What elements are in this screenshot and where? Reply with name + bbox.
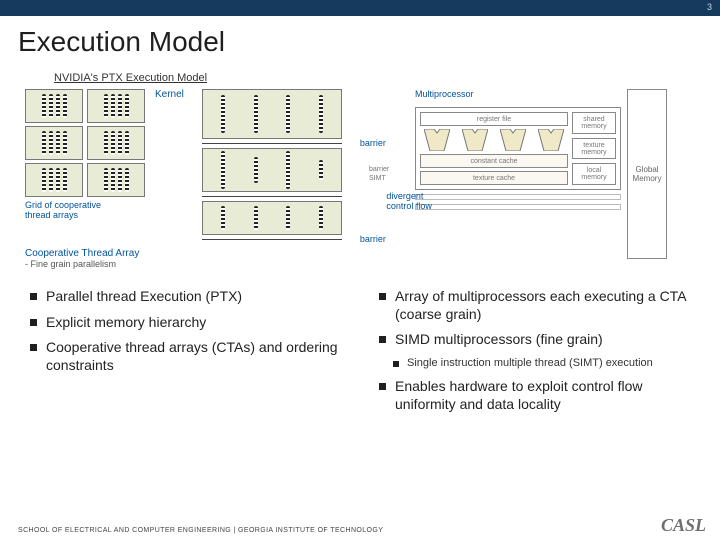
cta-subcaption: - Fine grain parallelism xyxy=(25,259,343,269)
global-memory: Global Memory xyxy=(627,89,667,259)
constant-cache: constant cache xyxy=(420,154,568,168)
divergent-label: divergent control flow xyxy=(386,191,432,211)
texture-memory: texture memory xyxy=(572,138,616,160)
simt-side-label: SIMT xyxy=(369,175,409,182)
divergent-line: divergent xyxy=(386,191,423,201)
bullet-item: Cooperative thread arrays (CTAs) and ord… xyxy=(30,339,355,374)
page-number: 3 xyxy=(707,2,712,12)
alu-icon xyxy=(500,129,526,151)
multiprocessor-block: register file constant cache texture cac… xyxy=(415,107,621,190)
alu-row xyxy=(420,129,568,151)
bullet-item: Parallel thread Execution (PTX) xyxy=(30,288,355,306)
thread-block xyxy=(25,126,83,160)
sub-bullet-item: Single instruction multiple thread (SIMT… xyxy=(379,357,704,371)
bullet-item: SIMD multiprocessors (fine grain) xyxy=(379,331,704,349)
thread-block xyxy=(25,163,83,197)
register-file: register file xyxy=(420,112,568,126)
divergent-divider: divergent control flow xyxy=(202,196,342,197)
figure-row: Kernel Grid of cooperative thread arrays… xyxy=(0,88,720,270)
shared-memory: shared memory xyxy=(572,112,616,134)
cta-panel xyxy=(202,201,342,235)
figure-subtitle: NVIDIA's PTX Execution Model xyxy=(54,72,720,84)
figure-multiprocessor: barrier SIMT Multiprocessor register fil… xyxy=(368,88,668,260)
cta-panel xyxy=(202,89,342,139)
slide-title: Execution Model xyxy=(0,16,720,64)
bullet-col-left: Parallel thread Execution (PTX) Explicit… xyxy=(30,288,355,421)
alu-icon xyxy=(538,129,564,151)
cta-caption: Cooperative Thread Array xyxy=(25,248,343,259)
kernel-label: Kernel xyxy=(155,89,184,100)
footer-text: SCHOOL OF ELECTRICAL AND COMPUTER ENGINE… xyxy=(18,527,383,534)
local-memory: local memory xyxy=(572,163,616,185)
barrier-label: barrier xyxy=(360,234,386,244)
cta-panel-divergent xyxy=(202,148,342,192)
grid-caption-line: Grid of cooperative xyxy=(25,200,101,210)
org-logo: CASL xyxy=(661,515,706,536)
bullet-columns: Parallel thread Execution (PTX) Explicit… xyxy=(0,270,720,421)
barrier-side-label: barrier xyxy=(369,166,409,173)
multiprocessor-label: Multiprocessor xyxy=(415,89,621,99)
grid-caption-line: thread arrays xyxy=(25,210,78,220)
texture-cache: texture cache xyxy=(420,171,568,185)
divergent-line: control flow xyxy=(386,201,432,211)
stacked-mp-hint xyxy=(415,204,621,210)
thread-block xyxy=(87,126,145,160)
grid-caption: Grid of cooperative thread arrays xyxy=(25,201,184,221)
barrier-divider: barrier xyxy=(202,143,342,144)
top-accent-bar: 3 xyxy=(0,0,720,16)
figure-ptx-model: Kernel Grid of cooperative thread arrays… xyxy=(24,88,344,270)
bullet-item: Explicit memory hierarchy xyxy=(30,314,355,332)
bullet-col-right: Array of multiprocessors each executing … xyxy=(379,288,704,421)
alu-icon xyxy=(462,129,488,151)
bullet-item: Enables hardware to exploit control flow… xyxy=(379,378,704,413)
bullet-item: Array of multiprocessors each executing … xyxy=(379,288,704,323)
alu-icon xyxy=(424,129,450,151)
thread-block xyxy=(87,163,145,197)
barrier-divider: barrier xyxy=(202,239,342,240)
stacked-mp-hint xyxy=(415,194,621,200)
thread-block xyxy=(25,89,83,123)
kernel-grid: Kernel xyxy=(25,89,184,197)
barrier-label: barrier xyxy=(360,138,386,148)
thread-block xyxy=(87,89,145,123)
